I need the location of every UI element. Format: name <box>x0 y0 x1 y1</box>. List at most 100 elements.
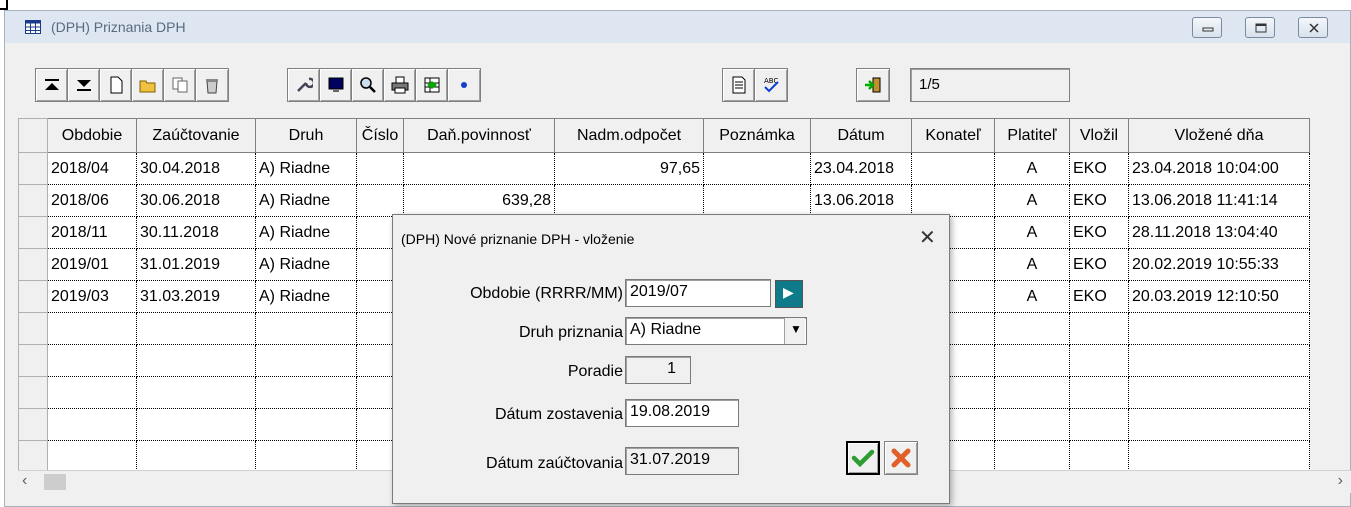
table-cell[interactable] <box>136 344 256 377</box>
close-button[interactable] <box>1298 17 1328 38</box>
table-cell[interactable] <box>47 376 137 409</box>
period-next-button[interactable]: ▶ <box>775 280 803 308</box>
exit-button[interactable] <box>857 69 889 101</box>
column-header[interactable]: Konateľ <box>911 118 995 153</box>
table-cell[interactable] <box>1128 376 1310 409</box>
print-button[interactable] <box>384 69 416 101</box>
table-cell[interactable] <box>255 312 357 345</box>
table-cell[interactable]: A) Riadne <box>255 152 357 185</box>
row-indicator[interactable] <box>18 408 48 441</box>
table-cell[interactable] <box>255 376 357 409</box>
table-cell[interactable]: A <box>994 248 1070 281</box>
table-cell[interactable]: 31.03.2019 <box>136 280 256 313</box>
table-cell[interactable]: EKO <box>1069 248 1129 281</box>
column-header[interactable]: Nadm.odpočet <box>554 118 704 153</box>
column-header[interactable]: Vložené dňa <box>1128 118 1310 153</box>
table-cell[interactable]: 30.06.2018 <box>136 184 256 217</box>
row-indicator[interactable] <box>18 344 48 377</box>
column-header[interactable]: Platiteľ <box>994 118 1070 153</box>
table-cell[interactable]: 23.04.2018 10:04:00 <box>1128 152 1310 185</box>
table-cell[interactable] <box>911 184 995 217</box>
new-button[interactable] <box>100 69 132 101</box>
table-cell[interactable]: 30.04.2018 <box>136 152 256 185</box>
table-cell[interactable]: 2018/06 <box>47 184 137 217</box>
table-cell[interactable] <box>994 440 1070 473</box>
table-cell[interactable]: 31.01.2019 <box>136 248 256 281</box>
table-cell[interactable] <box>356 152 404 185</box>
table-cell[interactable] <box>255 408 357 441</box>
dialog-close-icon[interactable]: ✕ <box>919 225 936 250</box>
row-indicator[interactable] <box>18 312 48 345</box>
table-cell[interactable] <box>1069 440 1129 473</box>
row-indicator[interactable] <box>18 216 48 249</box>
table-cell[interactable] <box>47 344 137 377</box>
type-select[interactable]: A) Riadne <box>625 317 807 345</box>
table-cell[interactable]: 2019/03 <box>47 280 137 313</box>
table-cell[interactable] <box>1069 344 1129 377</box>
table-cell[interactable]: A) Riadne <box>255 216 357 249</box>
table-cell[interactable]: 23.04.2018 <box>810 152 912 185</box>
table-cell[interactable]: 28.11.2018 13:04:40 <box>1128 216 1310 249</box>
table-cell[interactable] <box>356 184 404 217</box>
table-cell[interactable]: A) Riadne <box>255 280 357 313</box>
report-button[interactable] <box>723 69 755 101</box>
table-cell[interactable] <box>994 344 1070 377</box>
row-indicator[interactable] <box>18 248 48 281</box>
table-cell[interactable] <box>703 184 811 217</box>
row-indicator[interactable] <box>18 152 48 185</box>
row-indicator[interactable] <box>18 376 48 409</box>
ok-button[interactable] <box>846 441 880 475</box>
table-cell[interactable]: 20.02.2019 10:55:33 <box>1128 248 1310 281</box>
table-cell[interactable] <box>994 312 1070 345</box>
table-cell[interactable]: 2019/01 <box>47 248 137 281</box>
minimize-button[interactable] <box>1192 17 1222 38</box>
table-cell[interactable]: EKO <box>1069 280 1129 313</box>
table-cell[interactable] <box>136 312 256 345</box>
table-cell[interactable] <box>47 312 137 345</box>
table-cell[interactable]: 30.11.2018 <box>136 216 256 249</box>
last-record-button[interactable] <box>68 69 100 101</box>
table-cell[interactable] <box>1128 344 1310 377</box>
table-cell[interactable] <box>1128 408 1310 441</box>
table-cell[interactable] <box>136 408 256 441</box>
column-header[interactable]: Obdobie <box>47 118 137 153</box>
table-cell[interactable]: EKO <box>1069 152 1129 185</box>
table-cell[interactable] <box>554 184 704 217</box>
table-cell[interactable]: 13.06.2018 11:41:14 <box>1128 184 1310 217</box>
table-cell[interactable]: A) Riadne <box>255 248 357 281</box>
table-row[interactable]: 2018/06 30.06.2018 A) Riadne 639,28 13.06.20… <box>18 184 1310 217</box>
scroll-thumb[interactable] <box>44 474 66 490</box>
table-cell[interactable] <box>1128 312 1310 345</box>
type-dropdown-arrow[interactable]: ▼ <box>784 318 805 344</box>
cancel-button[interactable] <box>884 441 918 475</box>
table-cell[interactable] <box>1069 376 1129 409</box>
table-cell[interactable] <box>136 376 256 409</box>
table-row[interactable]: 2018/04 30.04.2018 A) Riadne 97,65 23.04.201… <box>18 152 1310 185</box>
search-button[interactable] <box>352 69 384 101</box>
settings-button[interactable] <box>288 69 320 101</box>
column-header[interactable]: Zaúčtovanie <box>136 118 256 153</box>
first-record-button[interactable] <box>36 69 68 101</box>
table-cell[interactable] <box>47 408 137 441</box>
table-cell[interactable]: 639,28 <box>403 184 555 217</box>
table-cell[interactable]: EKO <box>1069 216 1129 249</box>
table-cell[interactable] <box>47 440 137 473</box>
scroll-left-icon[interactable]: ‹ <box>22 472 27 490</box>
table-cell[interactable] <box>703 152 811 185</box>
table-cell[interactable] <box>1069 408 1129 441</box>
table-cell[interactable] <box>994 408 1070 441</box>
period-input[interactable]: 2019/07 <box>625 279 771 307</box>
table-cell[interactable]: A <box>994 280 1070 313</box>
preview-button[interactable] <box>320 69 352 101</box>
table-cell[interactable] <box>1069 312 1129 345</box>
column-header[interactable]: Vložil <box>1069 118 1129 153</box>
table-cell[interactable] <box>403 152 555 185</box>
copy-button[interactable] <box>164 69 196 101</box>
table-cell[interactable]: 2018/04 <box>47 152 137 185</box>
grid-export-button[interactable] <box>416 69 448 101</box>
spellcheck-button[interactable]: ABC <box>755 69 787 101</box>
table-cell[interactable]: A <box>994 152 1070 185</box>
row-indicator[interactable] <box>18 440 48 473</box>
table-cell[interactable]: 13.06.2018 <box>810 184 912 217</box>
table-cell[interactable]: A <box>994 184 1070 217</box>
